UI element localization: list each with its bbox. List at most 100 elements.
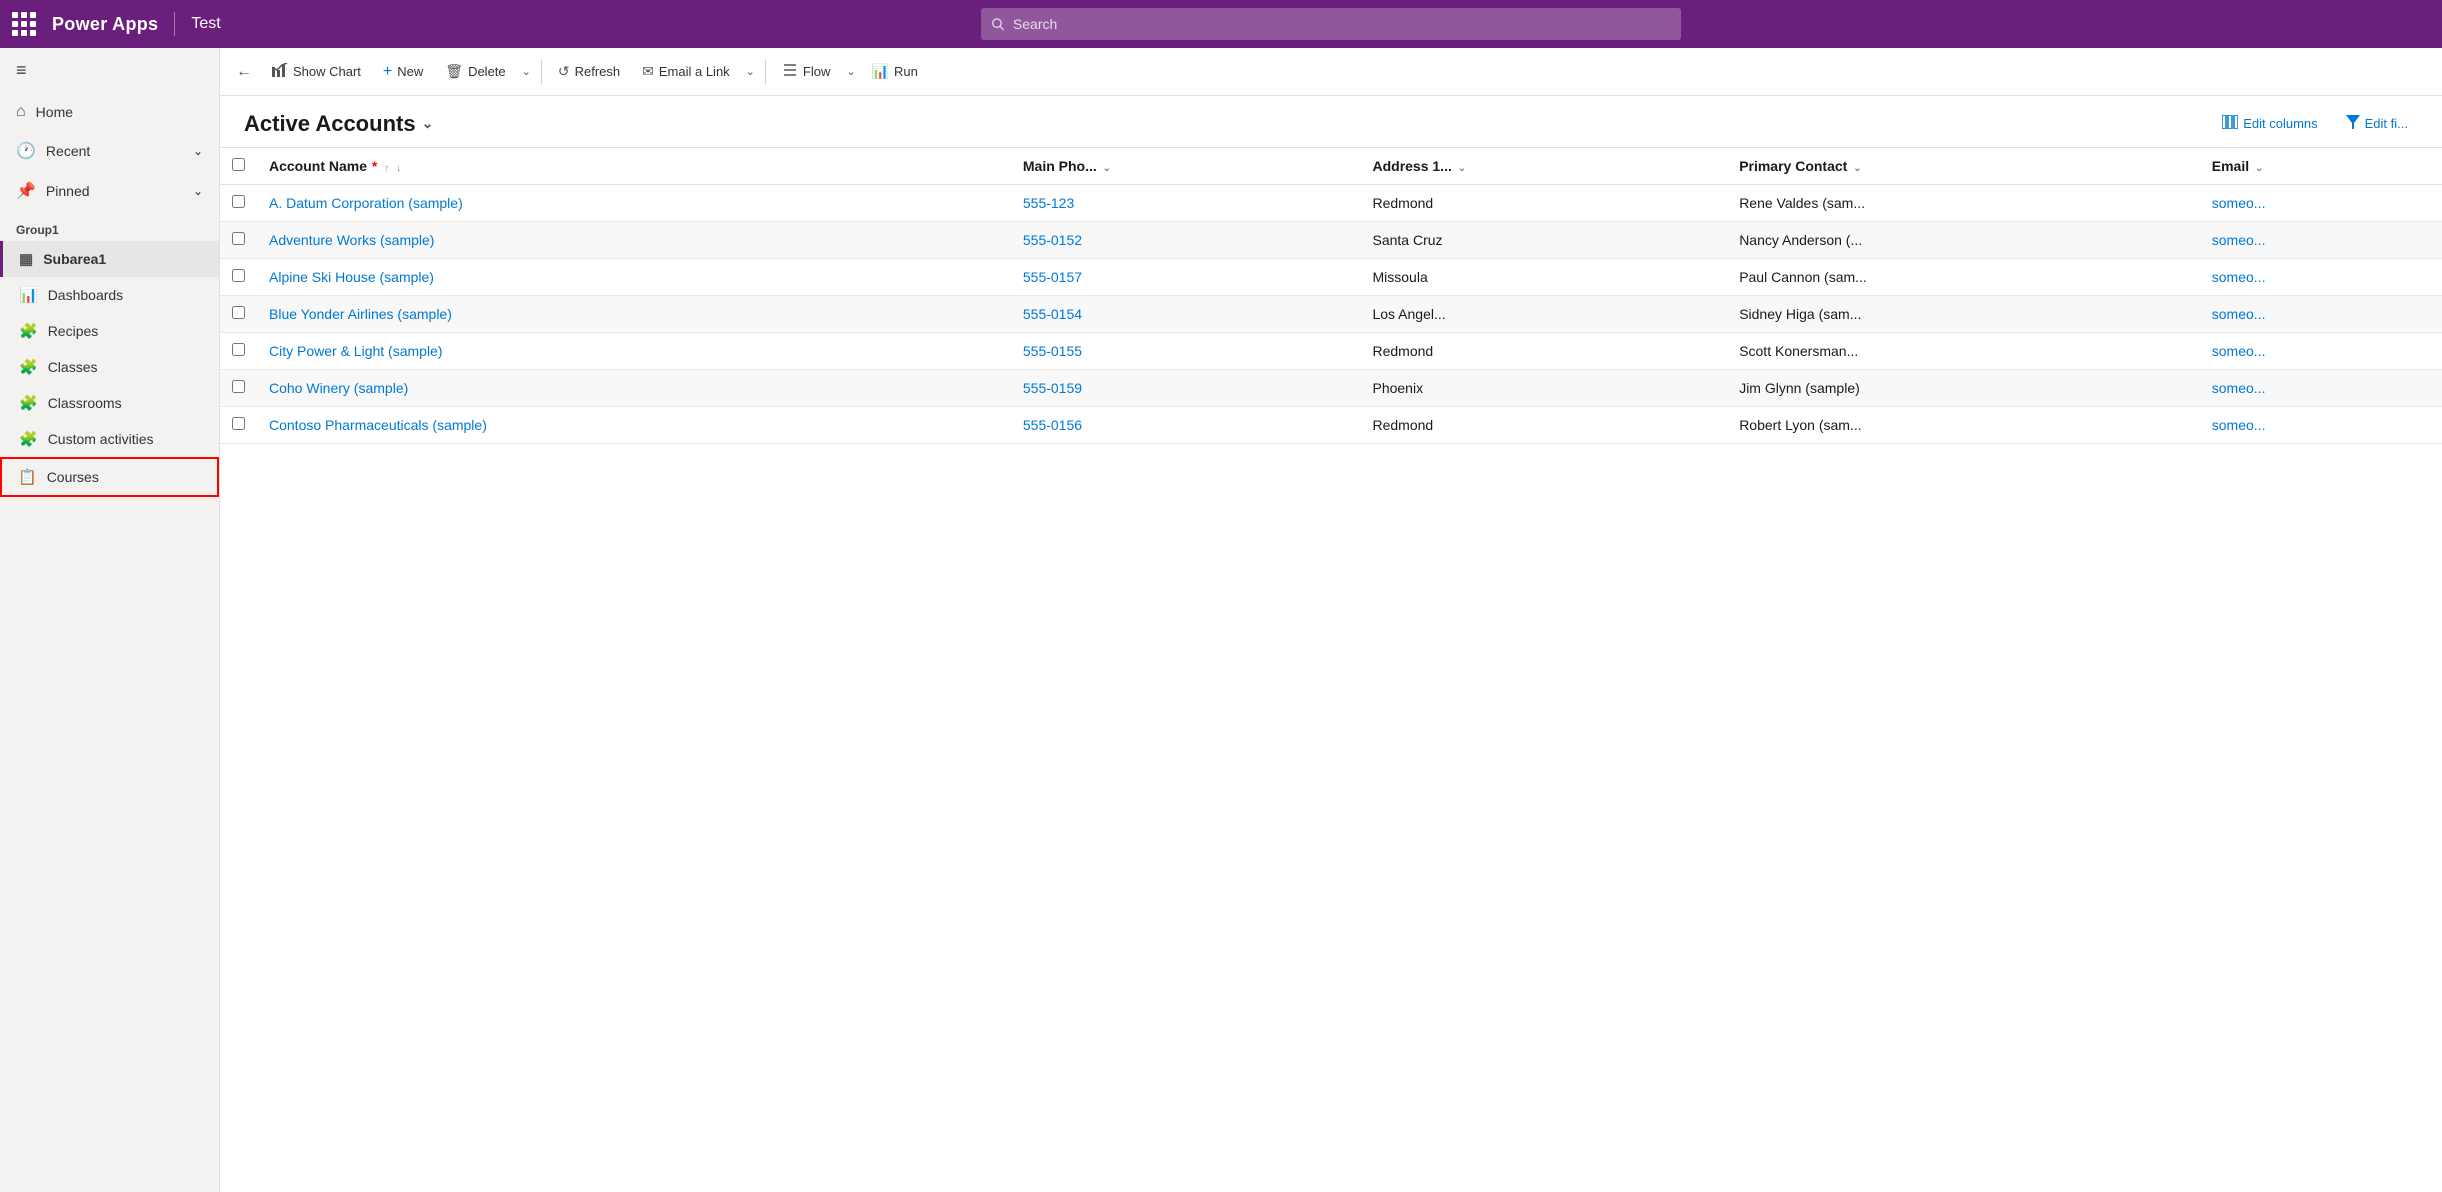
recipes-icon: 🧩 [19,322,38,340]
edit-filters-button[interactable]: Edit fi... [2336,110,2418,137]
view-title-text: Active Accounts [244,111,416,137]
run-label: Run [894,64,918,79]
sidebar-item-home[interactable]: ⌂ Home [0,93,219,131]
email-chevron-icon[interactable]: ⌄ [2255,163,2263,174]
sidebar-item-subarea1[interactable]: ▦ Subarea1 [0,241,219,277]
sort-asc-icon[interactable]: ↑ [384,163,389,174]
row-checkbox-input-6[interactable] [232,417,245,430]
topbar: Power Apps Test [0,0,2442,48]
email-0[interactable]: someo... [2200,185,2442,222]
row-checkbox-input-3[interactable] [232,306,245,319]
refresh-button[interactable]: ↺ Refresh [548,57,630,86]
run-button[interactable]: 📊 Run [862,57,928,86]
sidebar-item-classes[interactable]: 🧩 Classes [0,349,219,385]
account-name-6[interactable]: Contoso Pharmaceuticals (sample) [257,407,1011,444]
view-header: Active Accounts ⌄ Edit columns [220,96,2442,148]
search-icon [991,17,1005,31]
show-chart-label: Show Chart [293,64,361,79]
row-checkbox-2[interactable] [220,259,257,296]
row-checkbox-input-0[interactable] [232,195,245,208]
phone-0[interactable]: 555-123 [1011,185,1361,222]
phone-3[interactable]: 555-0154 [1011,296,1361,333]
pinned-chevron-icon: ⌄ [193,184,203,198]
sidebar-item-classes-label: Classes [48,359,98,375]
row-checkbox-input-2[interactable] [232,269,245,282]
email-5[interactable]: someo... [2200,370,2442,407]
edit-columns-label: Edit columns [2243,116,2317,131]
sort-desc-icon[interactable]: ↓ [396,163,401,174]
phone-2[interactable]: 555-0157 [1011,259,1361,296]
email-1[interactable]: someo... [2200,222,2442,259]
account-name-4[interactable]: City Power & Light (sample) [257,333,1011,370]
app-dots-icon[interactable] [12,12,36,36]
sidebar-item-pinned[interactable]: 📌 Pinned ⌄ [0,171,219,211]
dashboards-icon: 📊 [19,286,38,304]
row-checkbox-4[interactable] [220,333,257,370]
back-button[interactable]: ← [228,57,260,87]
col-email[interactable]: Email ⌄ [2200,148,2442,185]
search-input[interactable] [1013,16,1671,32]
main-content: ← Show Chart + New 🗑 Delete [220,48,2442,1192]
address-chevron-icon[interactable]: ⌄ [1458,163,1466,174]
address-1: Santa Cruz [1360,222,1727,259]
sidebar-item-courses[interactable]: 📋 Courses [0,457,219,497]
col-main-phone[interactable]: Main Pho... ⌄ [1011,148,1361,185]
show-chart-button[interactable]: Show Chart [262,57,371,86]
table-row: Adventure Works (sample) 555-0152 Santa … [220,222,2442,259]
col-primary-contact[interactable]: Primary Contact ⌄ [1727,148,2200,185]
row-checkbox-1[interactable] [220,222,257,259]
email-4[interactable]: someo... [2200,333,2442,370]
sidebar-item-recipes[interactable]: 🧩 Recipes [0,313,219,349]
account-name-5[interactable]: Coho Winery (sample) [257,370,1011,407]
col-account-name[interactable]: Account Name * ↑ ↓ [257,148,1011,185]
email-3[interactable]: someo... [2200,296,2442,333]
primary-contact-chevron-icon[interactable]: ⌄ [1853,163,1861,174]
sidebar-item-dashboards[interactable]: 📊 Dashboards [0,277,219,313]
flow-icon [782,63,798,80]
account-name-0[interactable]: A. Datum Corporation (sample) [257,185,1011,222]
contact-4: Scott Konersman... [1727,333,2200,370]
account-name-1[interactable]: Adventure Works (sample) [257,222,1011,259]
email-link-chevron-button[interactable]: ⌄ [742,59,759,84]
view-title: Active Accounts ⌄ [244,111,433,137]
phone-5[interactable]: 555-0159 [1011,370,1361,407]
sidebar-item-recipes-label: Recipes [48,323,99,339]
sidebar-item-pinned-label: Pinned [46,183,90,199]
select-all-checkbox[interactable] [220,148,257,185]
col-address-label: Address 1... [1372,158,1451,174]
flow-label: Flow [803,64,830,79]
select-all-input[interactable] [232,158,245,171]
row-checkbox-0[interactable] [220,185,257,222]
row-checkbox-6[interactable] [220,407,257,444]
account-name-2[interactable]: Alpine Ski House (sample) [257,259,1011,296]
pinned-icon: 📌 [16,181,36,201]
phone-6[interactable]: 555-0156 [1011,407,1361,444]
view-title-chevron-icon[interactable]: ⌄ [422,115,434,132]
sidebar-item-custom-activities[interactable]: 🧩 Custom activities [0,421,219,457]
phone-1[interactable]: 555-0152 [1011,222,1361,259]
account-name-3[interactable]: Blue Yonder Airlines (sample) [257,296,1011,333]
hamburger-icon[interactable]: ≡ [0,48,219,93]
col-address[interactable]: Address 1... ⌄ [1360,148,1727,185]
sidebar-item-classrooms[interactable]: 🧩 Classrooms [0,385,219,421]
delete-chevron-button[interactable]: ⌄ [518,59,535,84]
sidebar-item-recent[interactable]: 🕐 Recent ⌄ [0,131,219,171]
row-checkbox-3[interactable] [220,296,257,333]
row-checkbox-input-4[interactable] [232,343,245,356]
main-phone-chevron-icon[interactable]: ⌄ [1103,163,1111,174]
row-checkbox-input-1[interactable] [232,232,245,245]
contact-6: Robert Lyon (sam... [1727,407,2200,444]
edit-columns-button[interactable]: Edit columns [2212,110,2327,137]
flow-chevron-button[interactable]: ⌄ [842,59,859,84]
flow-button[interactable]: Flow [772,57,840,86]
delete-button[interactable]: 🗑 Delete [435,57,515,86]
email-link-button[interactable]: ✉ Email a Link [632,57,740,86]
phone-4[interactable]: 555-0155 [1011,333,1361,370]
accounts-table: Account Name * ↑ ↓ Main Pho... ⌄ Address… [220,148,2442,444]
new-button[interactable]: + New [373,57,433,87]
row-checkbox-5[interactable] [220,370,257,407]
email-6[interactable]: someo... [2200,407,2442,444]
email-2[interactable]: someo... [2200,259,2442,296]
custom-activities-icon: 🧩 [19,430,38,448]
row-checkbox-input-5[interactable] [232,380,245,393]
